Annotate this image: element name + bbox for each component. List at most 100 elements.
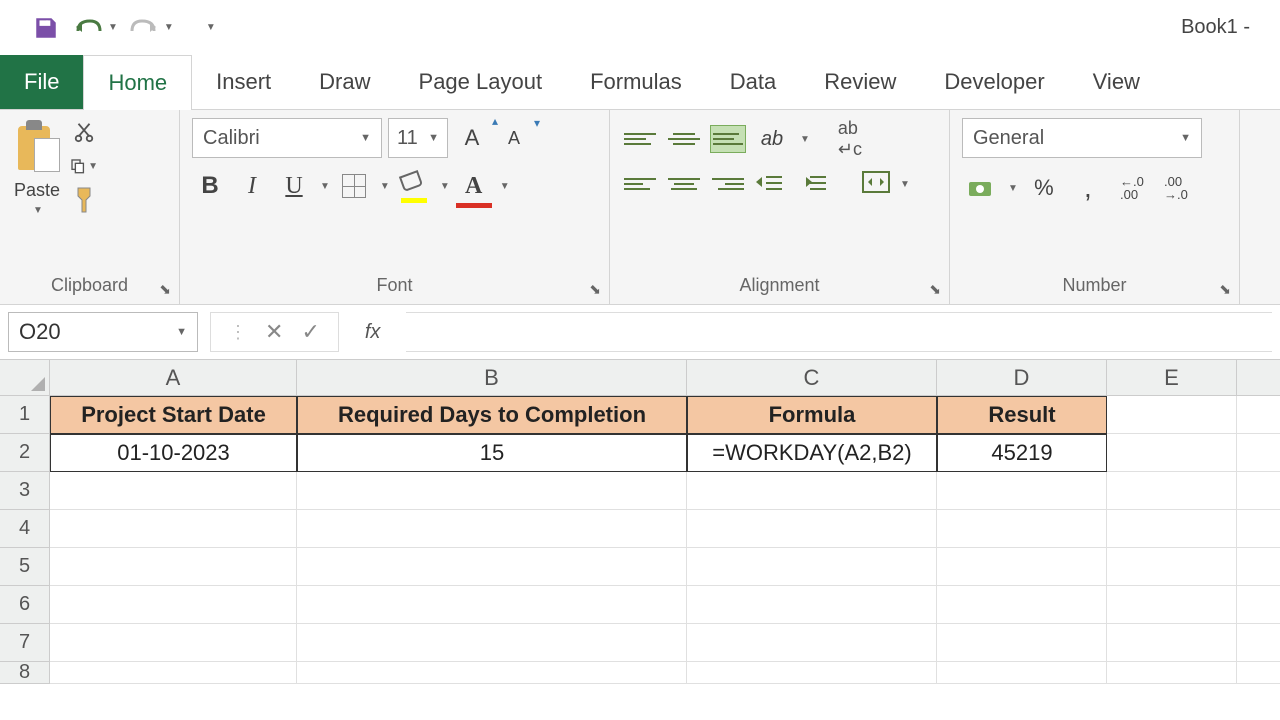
cell-a6[interactable] [50, 586, 297, 624]
paste-button[interactable]: Paste ▼ [12, 118, 62, 275]
align-top-button[interactable] [622, 125, 658, 153]
cell-b4[interactable] [297, 510, 687, 548]
enter-formula-button[interactable]: ✓ [301, 319, 319, 345]
formula-input[interactable] [406, 312, 1272, 352]
cell-b2[interactable]: 15 [297, 434, 687, 472]
align-left-button[interactable] [622, 170, 658, 198]
cell-e2[interactable] [1107, 434, 1237, 472]
col-header-f[interactable] [1237, 360, 1280, 396]
cell-d6[interactable] [937, 586, 1107, 624]
font-launcher-icon[interactable]: ⬊ [589, 281, 601, 298]
alignment-launcher-icon[interactable]: ⬊ [929, 281, 941, 298]
cell-e7[interactable] [1107, 624, 1237, 662]
cell-d5[interactable] [937, 548, 1107, 586]
row-header-4[interactable]: 4 [0, 510, 50, 548]
cell-b6[interactable] [297, 586, 687, 624]
redo-button[interactable]: ▼ [130, 17, 174, 39]
cell-b5[interactable] [297, 548, 687, 586]
save-button[interactable] [30, 12, 62, 44]
accounting-format-button[interactable] [962, 170, 998, 206]
accounting-dropdown-icon[interactable]: ▼ [1008, 183, 1018, 194]
qat-customize-icon[interactable]: ▼ [206, 22, 216, 33]
orientation-dropdown-icon[interactable]: ▼ [800, 134, 810, 145]
underline-dropdown-icon[interactable]: ▼ [320, 181, 330, 192]
tab-developer[interactable]: Developer [920, 55, 1068, 109]
cell-c7[interactable] [687, 624, 937, 662]
cell-c2[interactable]: =WORKDAY(A2,B2) [687, 434, 937, 472]
cell-d3[interactable] [937, 472, 1107, 510]
align-bottom-button[interactable] [710, 125, 746, 153]
cell-f5[interactable] [1237, 548, 1280, 586]
cell-e6[interactable] [1107, 586, 1237, 624]
col-header-e[interactable]: E [1107, 360, 1237, 396]
name-box[interactable]: O20▼ [8, 312, 198, 352]
cell-c3[interactable] [687, 472, 937, 510]
paste-dropdown-icon[interactable]: ▼ [33, 205, 43, 216]
select-all-corner[interactable] [0, 360, 50, 396]
tab-view[interactable]: View [1069, 55, 1164, 109]
grow-font-button[interactable]: A [454, 120, 490, 156]
font-size-combo[interactable]: 11▼ [388, 118, 448, 158]
underline-button[interactable]: U [276, 168, 312, 204]
row-header-2[interactable]: 2 [0, 434, 50, 472]
cell-b1[interactable]: Required Days to Completion [297, 396, 687, 434]
comma-button[interactable]: , [1070, 170, 1106, 206]
tab-home[interactable]: Home [83, 55, 192, 110]
fill-dropdown-icon[interactable]: ▼ [440, 181, 450, 192]
font-color-button[interactable]: A [456, 168, 492, 204]
borders-button[interactable] [336, 168, 372, 204]
cell-c4[interactable] [687, 510, 937, 548]
col-header-b[interactable]: B [297, 360, 687, 396]
format-painter-button[interactable] [70, 186, 98, 214]
row-header-8[interactable]: 8 [0, 662, 50, 684]
row-header-3[interactable]: 3 [0, 472, 50, 510]
decrease-indent-button[interactable] [754, 170, 790, 198]
cell-e4[interactable] [1107, 510, 1237, 548]
font-name-combo[interactable]: Calibri▼ [192, 118, 382, 158]
number-format-combo[interactable]: General▼ [962, 118, 1202, 158]
cell-f4[interactable] [1237, 510, 1280, 548]
cell-f1[interactable] [1237, 396, 1280, 434]
cell-f6[interactable] [1237, 586, 1280, 624]
fx-icon[interactable]: fx [351, 321, 395, 344]
cell-f7[interactable] [1237, 624, 1280, 662]
cell-f2[interactable] [1237, 434, 1280, 472]
orientation-button[interactable]: ab [754, 121, 790, 157]
row-header-6[interactable]: 6 [0, 586, 50, 624]
tab-page-layout[interactable]: Page Layout [395, 55, 567, 109]
fontcolor-dropdown-icon[interactable]: ▼ [500, 181, 510, 192]
cell-d4[interactable] [937, 510, 1107, 548]
copy-button[interactable]: ▼ [70, 152, 98, 180]
italic-button[interactable]: I [234, 168, 270, 204]
tab-file[interactable]: File [0, 55, 83, 109]
tab-review[interactable]: Review [800, 55, 920, 109]
row-header-5[interactable]: 5 [0, 548, 50, 586]
increase-indent-button[interactable] [798, 170, 834, 198]
cell-a5[interactable] [50, 548, 297, 586]
percent-button[interactable]: % [1026, 170, 1062, 206]
cell-b8[interactable] [297, 662, 687, 684]
cell-a1[interactable]: Project Start Date [50, 396, 297, 434]
clipboard-launcher-icon[interactable]: ⬊ [159, 281, 171, 298]
cell-e1[interactable] [1107, 396, 1237, 434]
wrap-text-button[interactable]: ab↵c [838, 118, 862, 160]
cell-c6[interactable] [687, 586, 937, 624]
bold-button[interactable]: B [192, 168, 228, 204]
tab-draw[interactable]: Draw [295, 55, 394, 109]
merge-button[interactable] [862, 171, 890, 198]
align-middle-button[interactable] [666, 125, 702, 153]
cell-e3[interactable] [1107, 472, 1237, 510]
cell-f3[interactable] [1237, 472, 1280, 510]
cell-a2[interactable]: 01-10-2023 [50, 434, 297, 472]
cell-a8[interactable] [50, 662, 297, 684]
cell-d8[interactable] [937, 662, 1107, 684]
number-launcher-icon[interactable]: ⬊ [1219, 281, 1231, 298]
cell-c1[interactable]: Formula [687, 396, 937, 434]
tab-formulas[interactable]: Formulas [566, 55, 706, 109]
col-header-a[interactable]: A [50, 360, 297, 396]
borders-dropdown-icon[interactable]: ▼ [380, 181, 390, 192]
cell-d7[interactable] [937, 624, 1107, 662]
col-header-c[interactable]: C [687, 360, 937, 396]
cell-f8[interactable] [1237, 662, 1280, 684]
tab-insert[interactable]: Insert [192, 55, 295, 109]
